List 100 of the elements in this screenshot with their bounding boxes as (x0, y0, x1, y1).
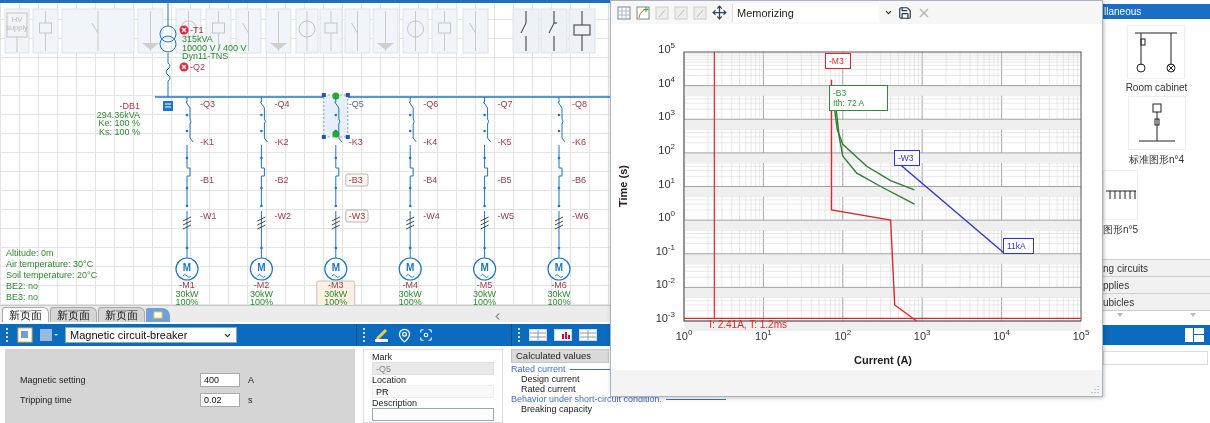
breaker-label: -Q4 (274, 99, 290, 109)
y-tick-label: 10$^{-1}$ (655, 244, 675, 257)
symbol-thumbnail[interactable] (1127, 25, 1186, 79)
symbol-tile[interactable] (431, 8, 458, 54)
symbol-tile[interactable] (372, 8, 399, 54)
focus-icon[interactable] (419, 328, 433, 342)
x-tick-label: 10$^{3}$ (913, 330, 931, 342)
power-label: 30kW (547, 289, 571, 299)
symbol-tile[interactable] (319, 8, 343, 54)
caret-icon[interactable] (884, 8, 893, 17)
contactor-label: -K6 (572, 137, 586, 147)
page-tab[interactable]: 新页面 (50, 307, 97, 322)
library-section[interactable]: ng circuits (1103, 259, 1210, 276)
setting-input[interactable]: 400 (200, 373, 240, 387)
ratio-label: 100% (398, 297, 422, 305)
symbol-tile[interactable] (344, 8, 371, 54)
contactor-label: -K4 (423, 137, 438, 147)
unit-label: s (248, 395, 254, 405)
symbol-thumbnail[interactable] (1127, 96, 1186, 150)
motor-symbol (175, 257, 199, 281)
cable-label: -W2 (274, 211, 291, 221)
contactor-label: -K3 (348, 137, 363, 147)
text-field[interactable]: PR (372, 385, 494, 398)
symbol-tile[interactable] (61, 8, 135, 54)
y-tick-label: 10$^{1}$ (658, 177, 675, 190)
symbol-tile[interactable] (540, 8, 568, 54)
scroll-down-icon[interactable] (1190, 313, 1196, 317)
symbol-label: 图形n°5 (1103, 223, 1139, 237)
layout-icon[interactable] (1185, 328, 1207, 342)
contactor-label: -K2 (274, 137, 289, 147)
board-rating: Ks: 100 % (98, 126, 140, 137)
search-field[interactable] (1103, 351, 1208, 365)
grid-view-icon[interactable] (40, 328, 58, 342)
ratio-label: 100% (473, 297, 497, 305)
load-label: -M3 (328, 280, 344, 290)
selection-frame[interactable] (321, 92, 350, 139)
relay-label: -B6 (572, 175, 586, 185)
y-tick-label: 10$^{0}$ (658, 211, 675, 224)
symbol-tile[interactable] (4, 8, 30, 54)
library-section[interactable]: ubicles (1103, 293, 1210, 310)
symbol-tile[interactable] (32, 8, 59, 54)
cable-label: -W4 (423, 211, 440, 221)
move-icon[interactable] (712, 5, 727, 20)
field-label: Description (372, 398, 419, 408)
add-page-tab[interactable] (146, 308, 170, 322)
load-label: -M2 (253, 280, 270, 290)
layout-icon[interactable] (17, 327, 33, 343)
power-label: 30kW (175, 289, 199, 299)
text-field[interactable] (372, 408, 494, 421)
environment-info: BE2: no (6, 281, 39, 291)
chart-table-icon[interactable] (554, 329, 572, 341)
power-label: 30kW (324, 289, 348, 299)
table-icon[interactable] (579, 329, 597, 341)
relay-label: -B5 (497, 175, 512, 185)
transformer-rating: 10000 V / 400 V (182, 42, 247, 53)
field-label: Mark (372, 352, 393, 362)
grid-icon[interactable] (617, 5, 631, 20)
motor-symbol (473, 257, 497, 281)
x-tick-label: 10$^{1}$ (755, 330, 772, 342)
x-tick-label: 10$^{2}$ (834, 330, 852, 342)
ratio-label: 100% (547, 297, 571, 305)
symbol-tile[interactable] (462, 8, 489, 54)
calculated-item: Rated current (520, 384, 577, 394)
symbol-tile[interactable] (568, 8, 596, 54)
breaker-label: -Q7 (497, 99, 513, 109)
symbol-tile[interactable] (137, 8, 164, 54)
pin-icon[interactable] (397, 327, 412, 343)
symbol-tile[interactable] (265, 8, 292, 54)
mode-dropdown[interactable]: Memorizing (732, 3, 879, 22)
breaker-label: -Q8 (572, 99, 587, 109)
x-tick-label: 10$^{4}$ (993, 330, 1010, 342)
symbol-tile[interactable] (295, 8, 319, 54)
curve-tag-text: -M3 (829, 56, 844, 66)
library-section[interactable]: pplies (1103, 276, 1210, 293)
relay-label: -B2 (274, 175, 289, 185)
calculated-values-tab[interactable]: Calculated values (511, 349, 609, 363)
table-icon[interactable] (529, 329, 547, 341)
symbol-tile[interactable] (402, 8, 429, 54)
curve-tag-text: 11kA (1007, 241, 1026, 251)
load-label: -M5 (476, 280, 493, 290)
page-tab[interactable]: 新页面 (98, 307, 145, 322)
x-axis-label: Current (A) (853, 354, 913, 366)
motor-symbol (249, 257, 273, 281)
ratio-label: 100% (175, 297, 199, 305)
resize-grip-icon[interactable] (1091, 385, 1099, 393)
symbol-thumbnail[interactable] (1103, 170, 1139, 220)
component-type-dropdown[interactable]: Magnetic circuit-breaker (65, 327, 237, 343)
library-header[interactable]: llaneous (1103, 4, 1210, 19)
save-icon[interactable] (898, 5, 912, 20)
ratio-label: 100% (324, 297, 348, 305)
page-tab[interactable]: 新页面 (2, 307, 49, 322)
setting-label: Magnetic setting (20, 375, 87, 385)
add-curve-icon[interactable] (636, 5, 650, 20)
y-tick-label: 10$^{4}$ (658, 76, 675, 89)
scroll-down-icon[interactable] (1117, 313, 1123, 317)
symbol-tile[interactable] (512, 8, 540, 54)
unit-label: A (248, 375, 255, 385)
eraser-pencil-icon[interactable] (374, 327, 390, 343)
breaker-label: -Q3 (200, 99, 215, 109)
setting-input[interactable]: 0.02 (200, 393, 240, 407)
